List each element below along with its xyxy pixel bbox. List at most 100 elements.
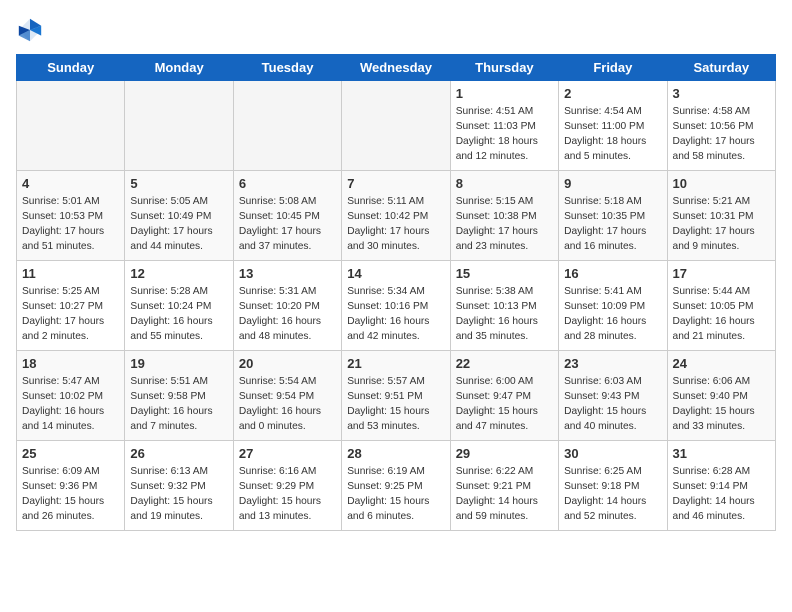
weekday-header-wednesday: Wednesday xyxy=(342,55,450,81)
weekday-header-thursday: Thursday xyxy=(450,55,558,81)
day-number: 31 xyxy=(673,445,770,463)
day-info: Sunrise: 6:22 AM Sunset: 9:21 PM Dayligh… xyxy=(456,465,553,524)
day-info: Sunrise: 5:18 AM Sunset: 10:35 PM Daylig… xyxy=(564,195,661,254)
day-number: 9 xyxy=(564,175,661,193)
logo xyxy=(16,16,48,44)
calendar-cell: 22 Sunrise: 6:00 AM Sunset: 9:47 PM Dayli… xyxy=(450,351,558,441)
day-info: Sunrise: 5:11 AM Sunset: 10:42 PM Daylig… xyxy=(347,195,444,254)
weekday-header-friday: Friday xyxy=(559,55,667,81)
calendar-cell: 21 Sunrise: 5:57 AM Sunset: 9:51 PM Dayli… xyxy=(342,351,450,441)
day-info: Sunrise: 6:13 AM Sunset: 9:32 PM Dayligh… xyxy=(130,465,227,524)
day-info: Sunrise: 5:57 AM Sunset: 9:51 PM Dayligh… xyxy=(347,375,444,434)
calendar-cell: 5 Sunrise: 5:05 AM Sunset: 10:49 PM Dayli… xyxy=(125,171,233,261)
calendar-week-row: 11 Sunrise: 5:25 AM Sunset: 10:27 PM Dayl… xyxy=(17,261,776,351)
calendar-cell: 16Sunrise: 5:41 AM Sunset: 10:09 PM Dayl… xyxy=(559,261,667,351)
calendar-table: SundayMondayTuesdayWednesdayThursdayFrid… xyxy=(16,54,776,531)
day-info: Sunrise: 5:31 AM Sunset: 10:20 PM Daylig… xyxy=(239,285,336,344)
day-info: Sunrise: 6:00 AM Sunset: 9:47 PM Dayligh… xyxy=(456,375,553,434)
day-number: 24 xyxy=(673,355,770,373)
calendar-cell: 27 Sunrise: 6:16 AM Sunset: 9:29 PM Dayli… xyxy=(233,441,341,531)
day-info: Sunrise: 6:06 AM Sunset: 9:40 PM Dayligh… xyxy=(673,375,770,434)
day-number: 21 xyxy=(347,355,444,373)
day-number: 22 xyxy=(456,355,553,373)
calendar-cell: 11 Sunrise: 5:25 AM Sunset: 10:27 PM Dayl… xyxy=(17,261,125,351)
calendar-cell: 15Sunrise: 5:38 AM Sunset: 10:13 PM Dayl… xyxy=(450,261,558,351)
day-info: Sunrise: 5:05 AM Sunset: 10:49 PM Daylig… xyxy=(130,195,227,254)
weekday-header-sunday: Sunday xyxy=(17,55,125,81)
day-info: Sunrise: 5:21 AM Sunset: 10:31 PM Daylig… xyxy=(673,195,770,254)
day-info: Sunrise: 5:47 AM Sunset: 10:02 PM Daylig… xyxy=(22,375,119,434)
calendar-cell: 25 Sunrise: 6:09 AM Sunset: 9:36 PM Dayli… xyxy=(17,441,125,531)
calendar-cell: 30 Sunrise: 6:25 AM Sunset: 9:18 PM Dayli… xyxy=(559,441,667,531)
calendar-cell: 19 Sunrise: 5:51 AM Sunset: 9:58 PM Dayli… xyxy=(125,351,233,441)
day-number: 8 xyxy=(456,175,553,193)
calendar-cell: 18 Sunrise: 5:47 AM Sunset: 10:02 PM Dayl… xyxy=(17,351,125,441)
day-number: 30 xyxy=(564,445,661,463)
day-number: 18 xyxy=(22,355,119,373)
logo-icon xyxy=(16,16,44,44)
calendar-week-row: 4 Sunrise: 5:01 AM Sunset: 10:53 PM Dayli… xyxy=(17,171,776,261)
page-header xyxy=(16,16,776,44)
calendar-cell: 31Sunrise: 6:28 AM Sunset: 9:14 PM Dayli… xyxy=(667,441,775,531)
day-info: Sunrise: 5:28 AM Sunset: 10:24 PM Daylig… xyxy=(130,285,227,344)
day-info: Sunrise: 6:09 AM Sunset: 9:36 PM Dayligh… xyxy=(22,465,119,524)
day-number: 14 xyxy=(347,265,444,283)
day-number: 12 xyxy=(130,265,227,283)
calendar-cell: 20 Sunrise: 5:54 AM Sunset: 9:54 PM Dayli… xyxy=(233,351,341,441)
day-number: 11 xyxy=(22,265,119,283)
weekday-header-tuesday: Tuesday xyxy=(233,55,341,81)
day-number: 4 xyxy=(22,175,119,193)
calendar-cell: 13 Sunrise: 5:31 AM Sunset: 10:20 PM Dayl… xyxy=(233,261,341,351)
day-number: 10 xyxy=(673,175,770,193)
day-info: Sunrise: 6:25 AM Sunset: 9:18 PM Dayligh… xyxy=(564,465,661,524)
day-number: 2 xyxy=(564,85,661,103)
day-info: Sunrise: 5:08 AM Sunset: 10:45 PM Daylig… xyxy=(239,195,336,254)
day-number: 29 xyxy=(456,445,553,463)
weekday-header-monday: Monday xyxy=(125,55,233,81)
day-number: 17 xyxy=(673,265,770,283)
calendar-cell: 7 Sunrise: 5:11 AM Sunset: 10:42 PM Dayli… xyxy=(342,171,450,261)
day-number: 27 xyxy=(239,445,336,463)
calendar-cell: 9 Sunrise: 5:18 AM Sunset: 10:35 PM Dayli… xyxy=(559,171,667,261)
day-info: Sunrise: 6:19 AM Sunset: 9:25 PM Dayligh… xyxy=(347,465,444,524)
weekday-header-saturday: Saturday xyxy=(667,55,775,81)
calendar-week-row: 25 Sunrise: 6:09 AM Sunset: 9:36 PM Dayli… xyxy=(17,441,776,531)
day-info: Sunrise: 5:54 AM Sunset: 9:54 PM Dayligh… xyxy=(239,375,336,434)
day-number: 7 xyxy=(347,175,444,193)
day-number: 3 xyxy=(673,85,770,103)
day-info: Sunrise: 6:03 AM Sunset: 9:43 PM Dayligh… xyxy=(564,375,661,434)
calendar-cell: 24 Sunrise: 6:06 AM Sunset: 9:40 PM Dayli… xyxy=(667,351,775,441)
day-info: Sunrise: 5:25 AM Sunset: 10:27 PM Daylig… xyxy=(22,285,119,344)
day-number: 16 xyxy=(564,265,661,283)
day-info: Sunrise: 6:16 AM Sunset: 9:29 PM Dayligh… xyxy=(239,465,336,524)
day-number: 19 xyxy=(130,355,227,373)
day-info: Sunrise: 5:15 AM Sunset: 10:38 PM Daylig… xyxy=(456,195,553,254)
weekday-header-row: SundayMondayTuesdayWednesdayThursdayFrid… xyxy=(17,55,776,81)
day-info: Sunrise: 5:38 AM Sunset: 10:13 PM Daylig… xyxy=(456,285,553,344)
day-info: Sunrise: 4:54 AM Sunset: 11:00 PM Daylig… xyxy=(564,105,661,164)
calendar-cell: 2 Sunrise: 4:54 AM Sunset: 11:00 PM Dayli… xyxy=(559,81,667,171)
day-info: Sunrise: 5:44 AM Sunset: 10:05 PM Daylig… xyxy=(673,285,770,344)
calendar-cell xyxy=(233,81,341,171)
day-number: 28 xyxy=(347,445,444,463)
day-info: Sunrise: 5:01 AM Sunset: 10:53 PM Daylig… xyxy=(22,195,119,254)
calendar-cell xyxy=(17,81,125,171)
day-number: 5 xyxy=(130,175,227,193)
day-number: 25 xyxy=(22,445,119,463)
day-number: 6 xyxy=(239,175,336,193)
calendar-cell: 3 Sunrise: 4:58 AM Sunset: 10:56 PM Dayli… xyxy=(667,81,775,171)
calendar-cell: 17 Sunrise: 5:44 AM Sunset: 10:05 PM Dayl… xyxy=(667,261,775,351)
day-info: Sunrise: 4:58 AM Sunset: 10:56 PM Daylig… xyxy=(673,105,770,164)
day-number: 13 xyxy=(239,265,336,283)
calendar-cell: 10 Sunrise: 5:21 AM Sunset: 10:31 PM Dayl… xyxy=(667,171,775,261)
calendar-cell: 8 Sunrise: 5:15 AM Sunset: 10:38 PM Dayli… xyxy=(450,171,558,261)
calendar-cell: 14Sunrise: 5:34 AM Sunset: 10:16 PM Dayl… xyxy=(342,261,450,351)
calendar-cell xyxy=(125,81,233,171)
calendar-cell: 28 Sunrise: 6:19 AM Sunset: 9:25 PM Dayli… xyxy=(342,441,450,531)
day-number: 20 xyxy=(239,355,336,373)
day-number: 26 xyxy=(130,445,227,463)
calendar-cell: 23Sunrise: 6:03 AM Sunset: 9:43 PM Dayli… xyxy=(559,351,667,441)
calendar-cell: 1Sunrise: 4:51 AM Sunset: 11:03 PM Dayli… xyxy=(450,81,558,171)
calendar-cell xyxy=(342,81,450,171)
day-info: Sunrise: 5:51 AM Sunset: 9:58 PM Dayligh… xyxy=(130,375,227,434)
